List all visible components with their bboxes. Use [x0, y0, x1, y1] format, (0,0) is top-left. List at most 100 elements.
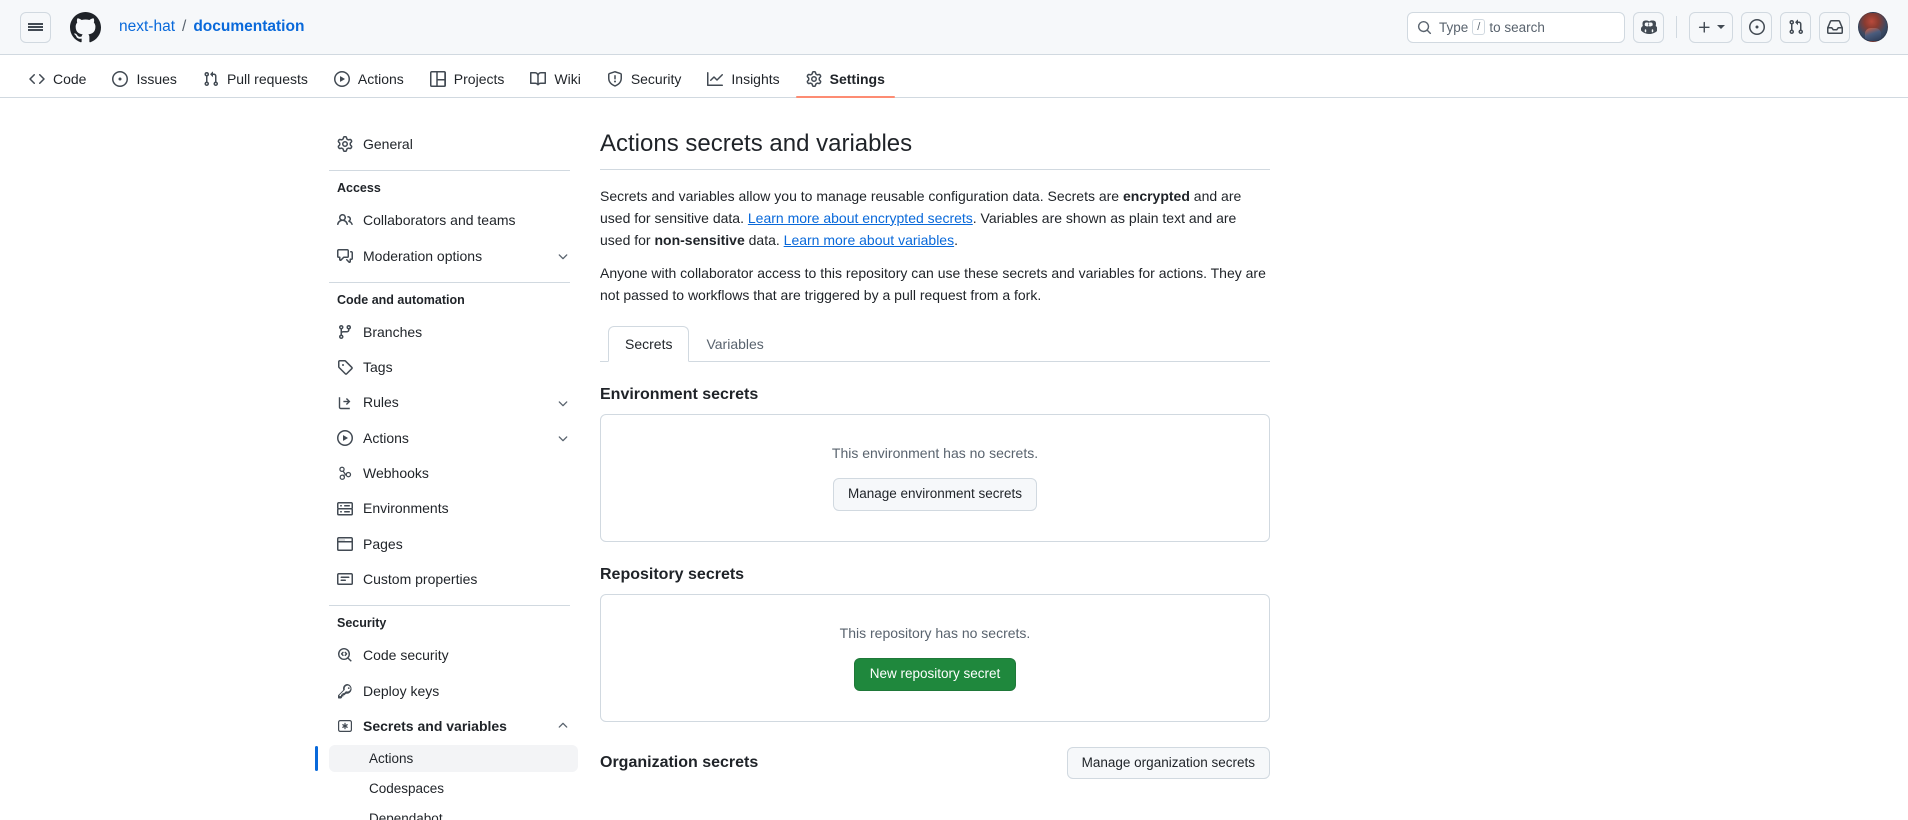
breadcrumb-owner[interactable]: next-hat — [119, 18, 175, 36]
breadcrumb: next-hat / documentation — [119, 18, 304, 36]
sidebar-item-environments[interactable]: Environments — [329, 492, 578, 524]
sidebar-item-label: General — [363, 136, 413, 152]
sidebar-item-label: Environments — [363, 500, 449, 517]
hamburger-menu-button[interactable] — [20, 11, 51, 43]
hamburger-icon — [28, 21, 43, 33]
comment-discussion-icon — [337, 248, 353, 264]
key-icon — [337, 683, 353, 699]
search-input[interactable]: Type / to search — [1407, 11, 1625, 43]
sidebar-item-rules[interactable]: Rules — [329, 386, 578, 418]
notifications-inbox-button[interactable] — [1819, 11, 1850, 43]
key-asterisk-icon — [337, 718, 353, 734]
header-actions: Type / to search — [1407, 11, 1888, 43]
repo-tab-label: Projects — [453, 71, 505, 87]
link-variables[interactable]: Learn more about variables — [784, 232, 954, 248]
chevron-down-icon — [556, 431, 570, 445]
header-divider — [1676, 16, 1677, 38]
manage-environment-secrets-button[interactable]: Manage environment secrets — [832, 477, 1038, 511]
page-body: General Access Collaborators and teams M… — [0, 98, 1908, 820]
sidebar-item-pages[interactable]: Pages — [329, 528, 578, 560]
sidebar-item-custom-properties[interactable]: Custom properties — [329, 563, 578, 595]
repo-tab-wiki[interactable]: Wiki — [520, 71, 590, 97]
repo-tab-actions[interactable]: Actions — [324, 71, 414, 97]
repo-tab-code[interactable]: Code — [19, 71, 96, 97]
copilot-icon — [1640, 19, 1657, 35]
gear-icon — [337, 136, 353, 153]
server-icon — [337, 501, 353, 517]
repo-tab-label: Settings — [829, 71, 885, 87]
organization-secrets-header-row: Organization secrets Manage organization… — [600, 746, 1270, 780]
your-issues-button[interactable] — [1741, 11, 1772, 43]
search-slash-key: / — [1472, 19, 1486, 35]
people-icon — [337, 212, 353, 228]
your-pull-requests-button[interactable] — [1780, 11, 1811, 43]
sidebar-group-title-security: Security — [337, 616, 387, 631]
chevron-up-icon — [556, 719, 570, 733]
sidebar-item-label: Webhooks — [363, 465, 429, 482]
sidebar-item-label: Custom properties — [363, 570, 478, 587]
manage-organization-secrets-button[interactable]: Manage organization secrets — [1066, 746, 1270, 780]
browser-icon — [337, 536, 353, 552]
repo-tab-label: Wiki — [554, 71, 581, 87]
rule-icon — [337, 395, 353, 411]
repo-tab-projects[interactable]: Projects — [420, 71, 515, 97]
sidebar-item-webhooks[interactable]: Webhooks — [329, 457, 578, 489]
sidebar-item-label: Pages — [363, 535, 403, 552]
repo-tab-settings[interactable]: Settings — [795, 71, 896, 98]
sidebar-item-label: Actions — [363, 429, 409, 446]
sidebar-item-collaborators-and-teams[interactable]: Collaborators and teams — [329, 204, 578, 236]
sidebar-subitem-dependabot[interactable]: Dependabot — [329, 805, 578, 820]
sidebar-item-actions[interactable]: Actions — [329, 422, 578, 454]
sidebar-item-label: Rules — [363, 394, 399, 411]
issue-opened-icon — [1748, 19, 1765, 35]
repo-tab-label: Security — [630, 71, 682, 87]
sidebar-item-label: Tags — [363, 359, 393, 376]
repo-tab-issues[interactable]: Issues — [102, 71, 186, 97]
book-icon — [530, 71, 547, 87]
tag-icon — [337, 359, 353, 376]
sidebar-item-moderation-options[interactable]: Moderation options — [329, 240, 578, 272]
description-paragraph-1: Secrets and variables allow you to manag… — [600, 186, 1270, 251]
avatar[interactable] — [1858, 12, 1888, 42]
repo-tab-security[interactable]: Security — [597, 71, 692, 97]
sidebar-divider — [329, 170, 570, 172]
repo-tab-label: Insights — [731, 71, 780, 87]
sidebar-item-deploy-keys[interactable]: Deploy keys — [329, 675, 578, 707]
copilot-button[interactable] — [1633, 11, 1664, 43]
main-content: Actions secrets and variables Secrets an… — [600, 128, 1270, 820]
search-icon — [1417, 20, 1432, 35]
create-new-button[interactable] — [1689, 11, 1733, 43]
sidebar-item-label: Collaborators and teams — [363, 212, 516, 229]
sidebar-item-secrets-and-variables[interactable]: Secrets and variables — [329, 710, 578, 742]
description-paragraph-2: Anyone with collaborator access to this … — [600, 265, 1266, 303]
git-pull-request-icon — [203, 71, 219, 87]
sidebar-item-label: Code security — [363, 647, 449, 664]
tab-variables[interactable]: Variables — [689, 326, 780, 362]
shield-icon — [607, 71, 623, 87]
desc-text-4: data. — [744, 231, 784, 248]
sidebar-subitem-actions[interactable]: Actions — [315, 745, 578, 773]
sidebar-item-label: Deploy keys — [363, 682, 440, 699]
inbox-icon — [1826, 19, 1843, 35]
new-repository-secret-button[interactable]: New repository secret — [853, 657, 1017, 691]
sidebar-subitem-codespaces[interactable]: Codespaces — [329, 775, 578, 802]
sidebar-item-code-security[interactable]: Code security — [329, 639, 578, 671]
sidebar-item-branches[interactable]: Branches — [329, 316, 578, 348]
sidebar-item-tags[interactable]: Tags — [329, 351, 578, 383]
section-title-repository-secrets: Repository secrets — [600, 565, 745, 583]
sidebar-divider — [329, 605, 570, 607]
repo-tab-pull-requests[interactable]: Pull requests — [193, 71, 318, 97]
breadcrumb-repo[interactable]: documentation — [193, 18, 304, 36]
search-placeholder: Type / to search — [1439, 19, 1545, 35]
repo-tab-insights[interactable]: Insights — [697, 71, 789, 97]
github-logo-icon[interactable] — [70, 11, 101, 43]
note-icon — [337, 571, 353, 587]
play-icon — [333, 71, 350, 87]
plus-icon — [1697, 20, 1712, 35]
tab-secrets[interactable]: Secrets — [608, 325, 690, 362]
link-encrypted-secrets[interactable]: Learn more about encrypted secrets — [748, 210, 973, 226]
sidebar-item-general[interactable]: General — [329, 128, 578, 160]
repository-secrets-empty-box: This repository has no secrets. New repo… — [600, 593, 1270, 722]
sidebar-item-label: Secrets and variables — [363, 717, 507, 734]
sidebar-group-title-access: Access — [337, 181, 381, 196]
